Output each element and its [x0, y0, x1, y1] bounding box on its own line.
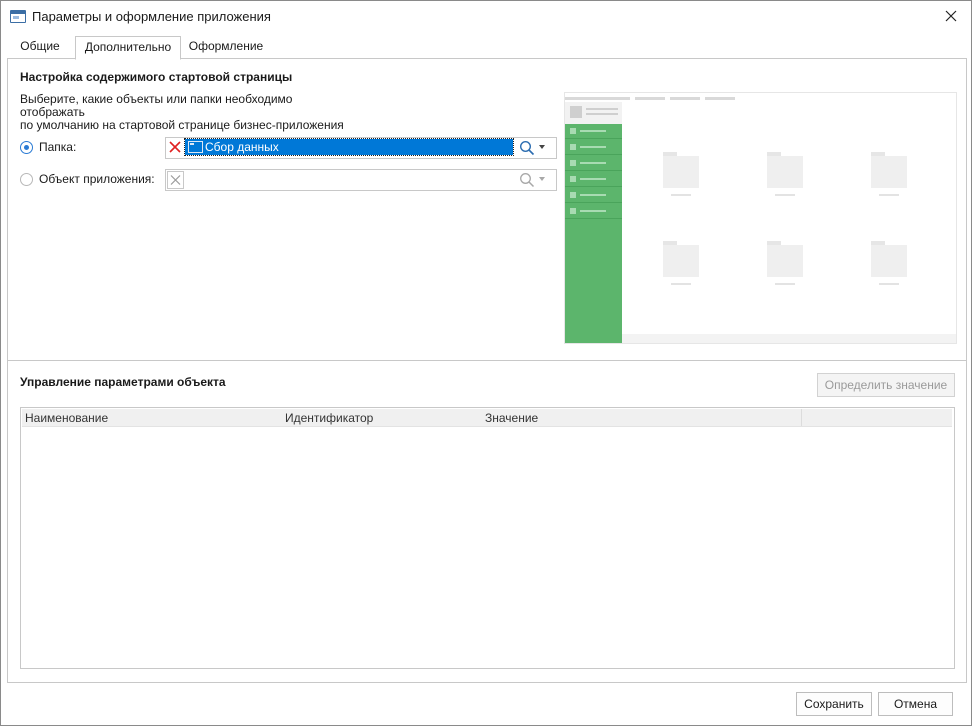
section-divider — [8, 360, 966, 361]
tab-general[interactable]: Общие — [7, 36, 73, 58]
folder-radio-label[interactable]: Папка: — [39, 140, 76, 154]
preview-folder-icon — [871, 241, 907, 285]
column-header-name[interactable]: Наименование — [25, 411, 108, 425]
preview-bottom-bar — [622, 334, 956, 343]
tab-additional[interactable]: Дополнительно — [75, 36, 181, 60]
close-icon[interactable] — [941, 6, 961, 26]
search-object-icon[interactable] — [519, 172, 535, 188]
folder-radio[interactable] — [20, 141, 33, 154]
folder-value-text: Сбор данных — [205, 140, 279, 154]
preview-folder-icon — [767, 241, 803, 285]
preview-sidebar — [565, 102, 622, 343]
object-radio[interactable] — [20, 173, 33, 186]
tab-panel-additional: Настройка содержимого стартовой страницы… — [7, 58, 967, 683]
hint-line-1: Выберите, какие объекты или папки необхо… — [20, 92, 293, 119]
define-value-button[interactable]: Определить значение — [817, 373, 955, 397]
preview-folder-icon — [663, 241, 699, 285]
params-table: Наименование Идентификатор Значение — [20, 407, 955, 669]
folder-icon — [188, 141, 203, 153]
preview-top-bar — [565, 93, 956, 102]
title-bar: Параметры и оформление приложения — [1, 1, 971, 32]
preview-main-area — [622, 102, 956, 335]
folder-dropdown-arrow-icon[interactable] — [539, 145, 545, 149]
hint-line-2: по умолчанию на стартовой странице бизне… — [20, 118, 344, 132]
tab-design[interactable]: Оформление — [181, 36, 271, 58]
preview-folder-icon — [663, 152, 699, 196]
folder-value[interactable]: Сбор данных — [184, 138, 514, 156]
start-page-hint: Выберите, какие объекты или папки необхо… — [20, 93, 360, 132]
folder-combobox[interactable]: Сбор данных — [165, 137, 557, 159]
cancel-button[interactable]: Отмена — [878, 692, 953, 716]
start-page-preview — [564, 92, 957, 344]
column-header-identifier[interactable]: Идентификатор — [285, 411, 373, 425]
preview-folder-icon — [871, 152, 907, 196]
clear-folder-icon[interactable] — [168, 140, 182, 154]
column-separator[interactable] — [801, 409, 802, 426]
app-window-icon — [10, 10, 26, 23]
object-radio-label[interactable]: Объект приложения: — [39, 172, 155, 186]
params-section-title: Управление параметрами объекта — [20, 375, 226, 389]
object-dropdown-arrow-icon[interactable] — [539, 177, 545, 181]
preview-folder-icon — [767, 152, 803, 196]
settings-dialog: Параметры и оформление приложения Общие … — [0, 0, 972, 726]
object-combobox[interactable] — [165, 169, 557, 191]
window-title: Параметры и оформление приложения — [32, 9, 271, 24]
search-folder-icon[interactable] — [519, 140, 535, 156]
column-header-value[interactable]: Значение — [485, 411, 538, 425]
params-table-header: Наименование Идентификатор Значение — [22, 409, 952, 427]
start-page-section-title: Настройка содержимого стартовой страницы — [20, 70, 293, 84]
clear-object-icon[interactable] — [167, 171, 184, 189]
save-button[interactable]: Сохранить — [796, 692, 872, 716]
